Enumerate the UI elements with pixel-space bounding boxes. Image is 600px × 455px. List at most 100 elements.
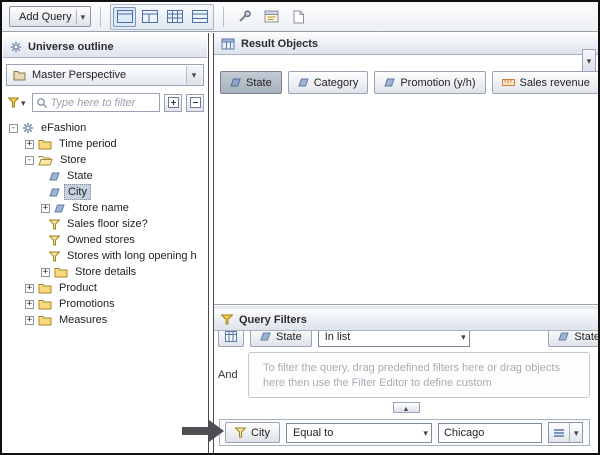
- result-objects-menu-button[interactable]: [582, 49, 596, 72]
- view-both-panes-button[interactable]: [188, 7, 211, 27]
- universe-tree: eFashion Time period Store State City: [2, 120, 208, 328]
- filter-drop-zone[interactable]: To filter the query, drag predefined fil…: [248, 352, 590, 398]
- dimension-icon: [49, 187, 60, 198]
- bottom-pane-icon: [191, 10, 208, 23]
- tree-item-state[interactable]: State: [2, 168, 208, 184]
- tree-filter-row: [6, 93, 204, 112]
- wrench-icon: [237, 10, 252, 24]
- tree-item-owned-stores[interactable]: Owned stores: [2, 232, 208, 248]
- value-list-button[interactable]: [547, 422, 584, 443]
- document-icon: [293, 10, 305, 24]
- dimension-icon: [558, 331, 570, 342]
- split-pane-icon: [141, 10, 158, 23]
- tree-item-measures[interactable]: Measures: [2, 312, 208, 328]
- collapse-all-button[interactable]: [186, 93, 204, 112]
- tree-item-stores-long-opening[interactable]: Stores with long opening h: [2, 248, 208, 264]
- tree-item-store[interactable]: Store: [2, 152, 208, 168]
- tree-item-label: Time period: [59, 138, 117, 150]
- expand-expander-icon[interactable]: [25, 139, 34, 149]
- result-pill-category[interactable]: Category: [287, 71, 369, 94]
- pane-title: Query Filters: [239, 313, 307, 326]
- tree-item-label: Store details: [75, 266, 137, 278]
- operator-dropdown-equal-to[interactable]: Equal to: [285, 422, 432, 443]
- filter-value-input[interactable]: [437, 422, 542, 443]
- dimension-icon: [54, 203, 65, 214]
- expand-expander-icon[interactable]: [41, 267, 50, 277]
- pill-label: Category: [313, 76, 359, 89]
- folder-icon: [38, 299, 52, 310]
- tree-item-efashion[interactable]: eFashion: [2, 120, 208, 136]
- filter-icon: [235, 427, 246, 438]
- filter-pill-state[interactable]: State: [250, 331, 312, 347]
- panel-title: Universe outline: [28, 40, 114, 53]
- pill-label: Promotion (y/h): [400, 76, 476, 89]
- filter-hint-row: And To filter the query, drag predefined…: [218, 352, 590, 398]
- perspective-dropdown[interactable]: Master Perspective: [6, 64, 204, 86]
- expand-expander-icon[interactable]: [25, 299, 34, 309]
- view-default-button[interactable]: [113, 6, 137, 27]
- properties-button[interactable]: [260, 7, 283, 27]
- filter-icon: [49, 251, 60, 262]
- filter-row-state: State In list State: [214, 331, 598, 347]
- add-query-button[interactable]: Add Query: [9, 6, 92, 27]
- tree-item-label: Store: [60, 154, 87, 166]
- tree-item-label: State: [67, 170, 93, 182]
- query-filters-header: Query Filters: [214, 309, 598, 331]
- dimension-icon: [230, 77, 241, 88]
- annotation-arrow-head: [209, 420, 224, 442]
- expand-expander-icon[interactable]: [25, 283, 34, 293]
- tree-item-sales-floor-size[interactable]: Sales floor size?: [2, 216, 208, 232]
- result-objects-content[interactable]: State Category Promotion (y/h) Sales rev…: [214, 55, 598, 304]
- tree-item-label: Stores with long opening h: [67, 250, 197, 262]
- tree-item-label: Store name: [72, 202, 129, 214]
- filter-object-fragment[interactable]: [218, 331, 244, 347]
- button-divider: [75, 9, 77, 24]
- view-objects-button[interactable]: [138, 7, 161, 27]
- chevron-down-icon: [21, 97, 26, 109]
- open-folder-icon: [38, 155, 53, 166]
- expand-all-button[interactable]: [164, 93, 182, 112]
- expand-expander-icon[interactable]: [41, 203, 50, 213]
- collapse-expander-icon[interactable]: [9, 123, 18, 133]
- tree-item-product[interactable]: Product: [2, 280, 208, 296]
- filter-type-button[interactable]: [6, 96, 28, 110]
- result-pill-state[interactable]: State: [220, 71, 282, 94]
- tree-item-store-name[interactable]: Store name: [2, 200, 208, 216]
- result-pill-sales-revenue[interactable]: Sales revenue: [491, 71, 598, 94]
- result-pill-promotion[interactable]: Promotion (y/h): [374, 71, 486, 94]
- funnel-icon: [8, 97, 19, 108]
- query-filters-content[interactable]: State In list State And To filter the qu…: [214, 331, 598, 453]
- view-data-button[interactable]: [163, 7, 186, 27]
- collapse-filters-button[interactable]: [392, 402, 420, 413]
- query-panel-window: Add Query ▾ Universe outline Master Pers…: [0, 0, 600, 455]
- tree-item-label: eFashion: [41, 122, 87, 134]
- chevron-down-icon: [587, 55, 592, 67]
- collapse-all-icon: [189, 97, 201, 108]
- expand-all-icon: [167, 97, 179, 108]
- value-options-dropdown[interactable]: [568, 423, 583, 442]
- operator-dropdown-in-list[interactable]: In list: [317, 331, 470, 347]
- filter-pill-city[interactable]: City: [225, 422, 280, 443]
- and-operator-label[interactable]: And: [218, 369, 244, 381]
- dimension-icon: [297, 77, 309, 88]
- chevron-down-icon[interactable]: [186, 66, 201, 84]
- filter-row-city: City Equal to: [219, 419, 590, 446]
- list-of-values-icon[interactable]: [549, 423, 569, 442]
- collapse-expander-icon[interactable]: [25, 155, 34, 165]
- tree-item-store-details[interactable]: Store details: [2, 264, 208, 280]
- query-workspace: Result Objects State Category Promotion …: [213, 33, 598, 453]
- tree-item-label: Product: [59, 282, 97, 294]
- tree-filter-input[interactable]: [50, 96, 156, 109]
- folder-icon: [38, 139, 52, 150]
- tree-item-city[interactable]: City: [2, 184, 208, 200]
- tree-item-time-period[interactable]: Time period: [2, 136, 208, 152]
- chevron-down-icon[interactable]: [81, 11, 86, 23]
- filter-operand-pill-state[interactable]: State: [548, 331, 598, 347]
- view-sql-button[interactable]: [287, 7, 310, 27]
- pill-label: State: [246, 76, 272, 89]
- result-objects-pane: Result Objects State Category Promotion …: [214, 33, 598, 305]
- tree-item-promotions[interactable]: Promotions: [2, 296, 208, 312]
- tools-button[interactable]: [233, 7, 256, 27]
- expand-expander-icon[interactable]: [25, 315, 34, 325]
- tree-item-label: Owned stores: [67, 234, 135, 246]
